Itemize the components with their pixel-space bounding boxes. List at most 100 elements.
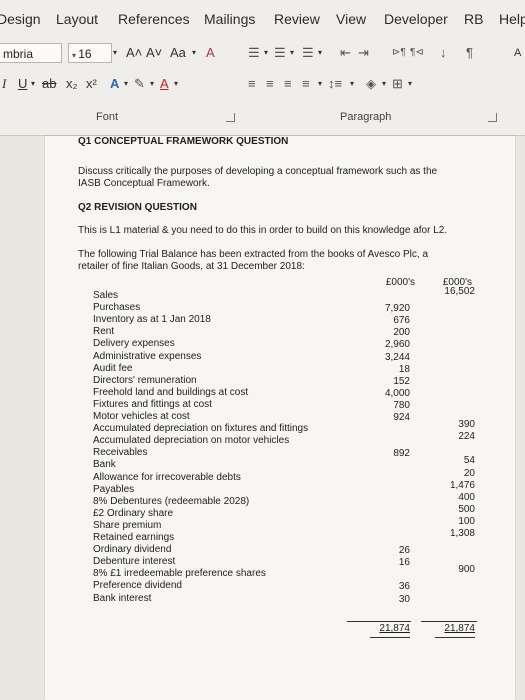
text-effects-dropdown-icon[interactable]: ▾ (124, 74, 128, 94)
underline-dropdown-icon[interactable]: ▾ (31, 74, 35, 94)
grow-font-button[interactable]: A˄ (126, 43, 142, 63)
ltr-icon[interactable]: ⊳¶ (392, 43, 406, 63)
highlight-icon[interactable]: ✎ (134, 74, 145, 94)
tab-design[interactable]: Design (0, 11, 41, 27)
tab-layout[interactable]: Layout (56, 11, 98, 27)
trial-balance-label: Bank (93, 459, 116, 471)
trial-balance-debit: 676 (393, 315, 410, 327)
tab-developer[interactable]: Developer (384, 11, 448, 27)
borders-icon[interactable]: ⊞ (392, 74, 403, 94)
trial-balance-credit: 20 (463, 467, 475, 479)
trial-balance-label: Share premium (93, 519, 162, 531)
bullets-icon[interactable]: ☰ (248, 43, 260, 63)
trial-balance-label: Fixtures and fittings at cost (93, 398, 212, 410)
ribbon: Design Layout References Mailings Review… (0, 0, 525, 136)
tab-review[interactable]: Review (274, 11, 320, 27)
trial-balance-debit: 152 (393, 375, 410, 387)
q1-text-line-1: Discuss critically the purposes of devel… (78, 166, 438, 177)
trial-balance-debit: 36 (398, 581, 410, 593)
highlight-dropdown-icon[interactable]: ▾ (150, 74, 154, 94)
trial-balance-label: Preference dividend (93, 580, 182, 592)
trial-balance-debit: 2,960 (384, 339, 410, 351)
trial-balance-label: Payables (93, 483, 135, 495)
trial-balance-label: Inventory as at 1 Jan 2018 (93, 314, 211, 326)
subscript-button[interactable]: x₂ (66, 74, 78, 94)
shading-dropdown-icon[interactable]: ▾ (382, 74, 386, 94)
change-case-dropdown-icon[interactable]: ▾ (192, 43, 196, 63)
trial-balance-debit: 200 (393, 327, 410, 339)
trial-balance-credit: 400 (458, 491, 475, 503)
align-right-icon[interactable]: ≡ (284, 74, 292, 94)
trial-balance-label: Ordinary dividend (93, 544, 172, 556)
credit-total-rule (421, 621, 477, 622)
debit-total-rule (347, 621, 411, 622)
tab-mailings[interactable]: Mailings (204, 11, 255, 27)
tab-references[interactable]: References (118, 11, 190, 27)
font-size-value: 16 (78, 47, 92, 61)
trial-balance-debit: 4,000 (384, 387, 410, 399)
font-size-dropdown-icon[interactable]: ▾ (113, 43, 117, 63)
increase-indent-icon[interactable]: ⇥ (358, 43, 369, 63)
trial-balance-credit: 1,476 (449, 479, 475, 491)
tab-view[interactable]: View (336, 11, 366, 27)
line-spacing-icon[interactable]: ↕≡ (328, 74, 342, 94)
paragraph-dialog-launcher-icon[interactable] (488, 113, 497, 122)
tab-rb[interactable]: RB (464, 11, 483, 27)
ribbon-tabs: Design Layout References Mailings Review… (0, 0, 525, 38)
q2-heading: Q2 REVISION QUESTION (78, 202, 197, 213)
trial-balance-label: Bank interest (93, 592, 152, 604)
trial-balance-label: 8% Debentures (redeemable 2028) (93, 495, 250, 507)
italic-button[interactable]: I (2, 74, 6, 94)
font-color-dropdown-icon[interactable]: ▾ (174, 74, 178, 94)
text-effects-button[interactable]: A (110, 74, 119, 94)
trial-balance-label: Retained earnings (93, 532, 175, 543)
trial-balance-credit: 54 (463, 455, 475, 467)
superscript-button[interactable]: x² (86, 74, 97, 94)
font-row-2: I U ▾ ab x₂ x² A ▾ ✎ ▾ A ▾ ≡ ≡ ≡ ≡ ▾ ↕≡ … (0, 74, 525, 100)
shrink-font-button[interactable]: A˅ (146, 43, 162, 63)
underline-button[interactable]: U (18, 74, 27, 94)
document-page[interactable]: Q1 CONCEPTUAL FRAMEWORK QUESTION Discuss… (45, 136, 515, 700)
trial-balance-label: £2 Ordinary share (93, 507, 174, 519)
trial-balance-debit: 30 (398, 593, 410, 605)
numbering-icon[interactable]: ☰ (274, 43, 286, 63)
trial-balance-credit: 900 (458, 564, 475, 576)
trial-balance-debit: 26 (398, 545, 410, 557)
borders-dropdown-icon[interactable]: ▾ (408, 74, 412, 94)
trial-balance-label: Freehold land and buildings at cost (93, 386, 249, 398)
line-spacing-dropdown-icon[interactable]: ▾ (350, 74, 354, 94)
change-case-button[interactable]: Aa (170, 43, 186, 63)
font-color-button[interactable]: A (160, 74, 169, 94)
q1-heading: Q1 CONCEPTUAL FRAMEWORK QUESTION (78, 136, 289, 147)
trial-balance-label: Debenture interest (93, 556, 176, 568)
bullets-dropdown-icon[interactable]: ▾ (264, 43, 268, 63)
shading-icon[interactable]: ◈ (366, 74, 376, 94)
font-size-field[interactable]: ▾ 16 (68, 43, 112, 63)
align-center-icon[interactable]: ≡ (266, 74, 274, 94)
rtl-icon[interactable]: ¶⊲ (410, 43, 424, 63)
justify-dropdown-icon[interactable]: ▾ (318, 74, 322, 94)
trial-balance-label: Directors' remuneration (93, 374, 197, 386)
trial-balance-credit: 16,502 (444, 286, 475, 297)
show-formatting-icon[interactable]: ¶ (466, 43, 473, 63)
trial-balance-credit: 1,308 (449, 528, 475, 539)
numbering-dropdown-icon[interactable]: ▾ (290, 43, 294, 63)
credit-double-rule (435, 637, 475, 638)
multilevel-list-icon[interactable]: ☰ (302, 43, 314, 63)
trial-balance-credit: 390 (458, 419, 475, 431)
trial-balance-label: Sales (93, 290, 119, 301)
trial-balance-label: Delivery expenses (93, 338, 175, 350)
font-dialog-launcher-icon[interactable] (226, 113, 235, 122)
justify-icon[interactable]: ≡ (302, 74, 310, 94)
styles-icon[interactable]: A (514, 43, 521, 63)
multilevel-dropdown-icon[interactable]: ▾ (318, 43, 322, 63)
font-name-field[interactable]: mbria (0, 43, 62, 63)
strikethrough-button[interactable]: ab (42, 74, 56, 94)
credit-total: 21,874 (444, 623, 475, 634)
trial-balance-label: 8% £1 irredeemable preference shares (93, 568, 266, 580)
tab-help[interactable]: Help (499, 11, 525, 27)
decrease-indent-icon[interactable]: ⇤ (340, 43, 351, 63)
align-left-icon[interactable]: ≡ (248, 74, 256, 94)
clear-formatting-button[interactable]: A (206, 43, 215, 63)
sort-icon[interactable]: ↓ (440, 43, 447, 63)
